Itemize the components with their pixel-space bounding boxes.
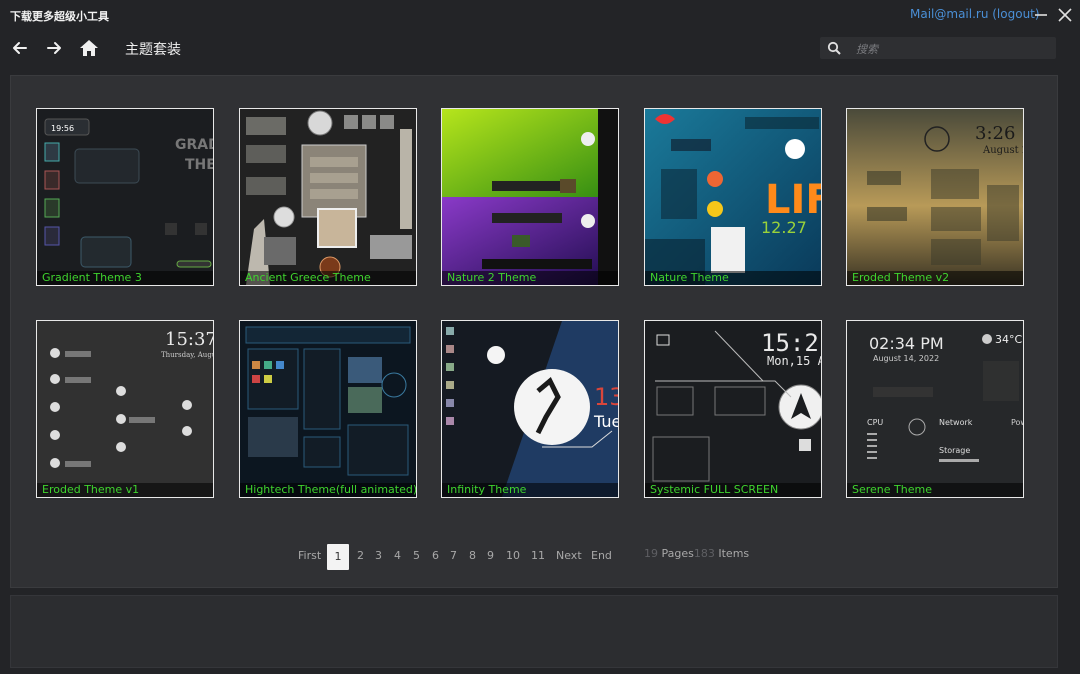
- theme-thumbnail: LIF 12.27: [645, 109, 821, 285]
- pagination-page[interactable]: 10: [506, 549, 520, 562]
- theme-name: Eroded Theme v1: [37, 483, 213, 497]
- arrow-left-icon[interactable]: [8, 36, 32, 60]
- svg-text:02:34 PM: 02:34 PM: [869, 334, 944, 353]
- items-label: Items: [718, 547, 750, 560]
- svg-text:CPU: CPU: [867, 418, 883, 427]
- pagination-page[interactable]: 2: [357, 549, 364, 562]
- theme-thumbnail: 15:2 Mon,15 A: [645, 321, 821, 497]
- pagination-first[interactable]: First: [298, 549, 321, 562]
- svg-text:34°C: 34°C: [995, 333, 1022, 346]
- theme-name: Hightech Theme(full animated): [240, 483, 416, 497]
- theme-name: Ancient Greece Theme: [240, 271, 416, 285]
- pagination-summary: 19 Pages183 Items: [644, 547, 749, 560]
- svg-text:Thursday, August 25, 20: Thursday, August 25, 20: [161, 351, 213, 359]
- theme-card-serene-theme[interactable]: 02:34 PM August 14, 2022 34°C CPU Networ…: [846, 320, 1024, 498]
- theme-thumbnail: 13 Tue: [442, 321, 618, 497]
- minimize-icon[interactable]: [1030, 4, 1052, 26]
- theme-card-gradient-theme-3[interactable]: 19:56 GRAD THE Gradient Theme 3: [36, 108, 214, 286]
- svg-text:Storage: Storage: [939, 446, 970, 455]
- svg-text:12.27: 12.27: [761, 218, 807, 237]
- pagination-page[interactable]: 4: [394, 549, 401, 562]
- pagination-page[interactable]: 6: [432, 549, 439, 562]
- pagination-page-current[interactable]: 1: [327, 544, 349, 570]
- pages-label: Pages: [661, 547, 694, 560]
- pagination-page[interactable]: 9: [487, 549, 494, 562]
- theme-card-systemic-full-screen[interactable]: 15:2 Mon,15 A Systemic FULL SCREEN: [644, 320, 822, 498]
- theme-name: Infinity Theme: [442, 483, 618, 497]
- svg-text:LIF: LIF: [765, 177, 821, 223]
- theme-thumbnail: 3:26 August 25: [847, 109, 1023, 285]
- theme-thumbnail: [240, 321, 416, 497]
- svg-text:15:37: 15:37: [165, 329, 213, 350]
- theme-card-ancient-greece-theme[interactable]: Ancient Greece Theme: [239, 108, 417, 286]
- pagination-next[interactable]: Next: [556, 549, 582, 562]
- arrow-right-icon[interactable]: [42, 36, 66, 60]
- svg-text:THE: THE: [185, 157, 213, 173]
- theme-name: Eroded Theme v2: [847, 271, 1023, 285]
- theme-card-nature-2-theme[interactable]: Nature 2 Theme: [441, 108, 619, 286]
- pagination-page[interactable]: 8: [469, 549, 476, 562]
- theme-thumbnail: 15:37 Thursday, August 25, 20: [37, 321, 213, 497]
- svg-text:Pow: Pow: [1011, 418, 1023, 427]
- search-input[interactable]: [854, 39, 1048, 59]
- home-icon[interactable]: [77, 36, 101, 60]
- theme-thumbnail: 02:34 PM August 14, 2022 34°C CPU Networ…: [847, 321, 1023, 497]
- pagination-page[interactable]: 11: [531, 549, 545, 562]
- total-items: 183: [693, 547, 715, 560]
- theme-name: Systemic FULL SCREEN: [645, 483, 821, 497]
- svg-text:Tue: Tue: [593, 412, 618, 431]
- theme-thumbnail: [442, 109, 618, 285]
- theme-gallery-panel: 19:56 GRAD THE Gradient Theme 3: [10, 75, 1058, 588]
- pagination-page[interactable]: 5: [413, 549, 420, 562]
- pagination-page[interactable]: 7: [450, 549, 457, 562]
- footer-panel: [10, 595, 1058, 668]
- svg-text:15:2: 15:2: [761, 329, 819, 357]
- svg-text:13: 13: [594, 383, 618, 411]
- close-icon[interactable]: [1054, 4, 1076, 26]
- svg-text:August 25: August 25: [982, 145, 1023, 156]
- pagination-page[interactable]: 3: [375, 549, 382, 562]
- search-icon[interactable]: [826, 40, 842, 56]
- theme-card-nature-theme[interactable]: LIF 12.27 Nature Theme: [644, 108, 822, 286]
- theme-thumbnail: [240, 109, 416, 285]
- app-title: 下载更多超级小工具: [10, 10, 109, 23]
- svg-text:GRAD: GRAD: [175, 137, 213, 153]
- pagination-end[interactable]: End: [591, 549, 612, 562]
- pagination: First 1 2 3 4 5 6 7 8 9 10 11 Next End 1…: [11, 544, 1059, 570]
- account-logout-link[interactable]: Mail@mail.ru (logout): [910, 7, 1040, 21]
- theme-card-infinity-theme[interactable]: 13 Tue Infinity Theme: [441, 320, 619, 498]
- theme-name: Nature 2 Theme: [442, 271, 618, 285]
- theme-name: Gradient Theme 3: [37, 271, 213, 285]
- theme-card-eroded-theme-v2[interactable]: 3:26 August 25 Eroded Theme v2: [846, 108, 1024, 286]
- page-title: 主题套装: [125, 42, 181, 58]
- svg-text:Network: Network: [939, 418, 973, 427]
- svg-text:August 14, 2022: August 14, 2022: [873, 354, 939, 363]
- theme-name: Nature Theme: [645, 271, 821, 285]
- theme-card-eroded-theme-v1[interactable]: 15:37 Thursday, August 25, 20 Eroded The…: [36, 320, 214, 498]
- theme-name: Serene Theme: [847, 483, 1023, 497]
- title-bar: 下载更多超级小工具 Mail@mail.ru (logout): [0, 0, 1080, 30]
- theme-thumbnail: 19:56 GRAD THE: [37, 109, 213, 285]
- svg-text:19:56: 19:56: [51, 124, 74, 133]
- search-box: [820, 37, 1056, 59]
- svg-text:3:26: 3:26: [975, 123, 1015, 144]
- svg-text:Mon,15 A: Mon,15 A: [767, 354, 821, 368]
- theme-card-hightech-theme[interactable]: Hightech Theme(full animated): [239, 320, 417, 498]
- total-pages: 19: [644, 547, 658, 560]
- navigation-bar: 主题套装: [0, 30, 1080, 68]
